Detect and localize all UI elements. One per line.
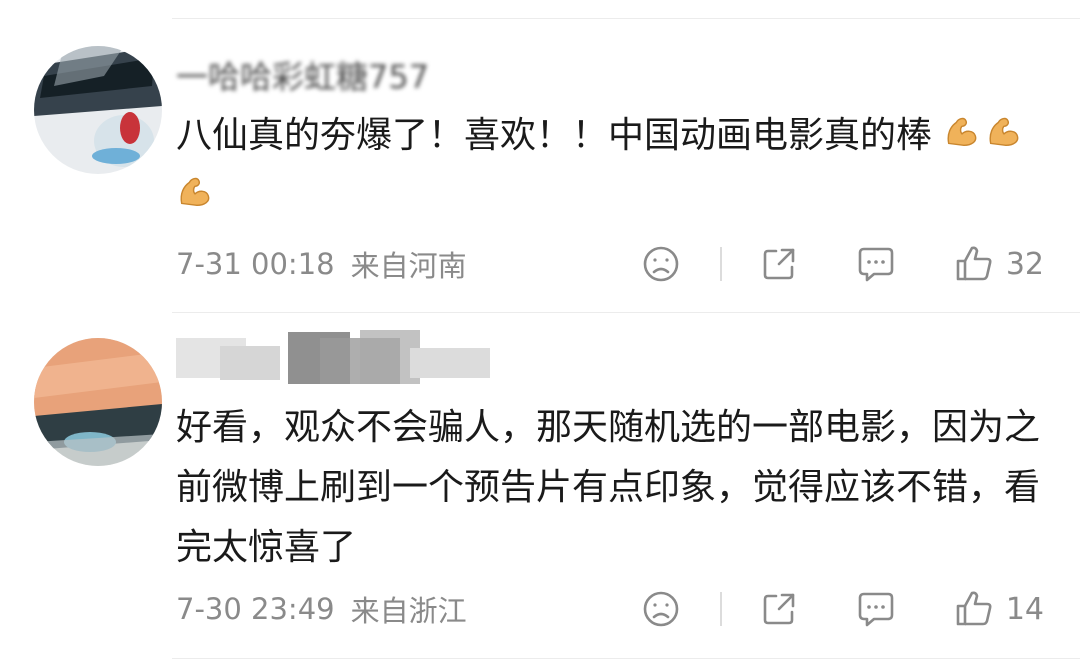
thumbs-up-icon (956, 246, 992, 281)
action-divider (719, 247, 722, 281)
comment-text: 八仙真的夯爆了！喜欢！！中国动画电影真的棒 (176, 106, 1046, 226)
username-mosaic (176, 330, 490, 384)
username[interactable]: 一哈哈彩虹糖757 (176, 52, 476, 102)
avatar[interactable] (34, 46, 162, 174)
comment-meta: 7-30 23:49 来自浙江 14 (176, 587, 1044, 631)
share-button[interactable] (760, 242, 798, 286)
comment-divider (172, 312, 1080, 313)
like-button[interactable]: 14 (954, 587, 1044, 631)
flexed-biceps-icon (990, 117, 1019, 147)
thumbs-up-icon (956, 591, 992, 626)
reply-button[interactable] (856, 242, 896, 286)
share-icon (763, 593, 795, 625)
reply-button[interactable] (856, 587, 896, 631)
flexed-biceps-icon (948, 117, 977, 147)
like-count: 32 (1005, 246, 1044, 282)
comment-bubble-icon (858, 247, 894, 282)
comment-actions: 32 (642, 242, 1044, 286)
dislike-button[interactable] (642, 242, 680, 286)
share-button[interactable] (760, 587, 798, 631)
sad-face-icon (643, 246, 679, 282)
comment-time: 7-30 23:49 (176, 592, 335, 626)
comment-actions: 14 (642, 587, 1044, 631)
top-divider (172, 18, 1080, 19)
comment-bubble-icon (858, 592, 894, 627)
comment-time: 7-31 00:18 (176, 247, 335, 281)
bottom-divider (172, 658, 1080, 659)
comment-location: 来自河南 (350, 249, 467, 283)
like-button[interactable]: 32 (954, 242, 1044, 286)
comment-meta: 7-31 00:18 来自河南 32 (176, 242, 1044, 286)
comment-location: 来自浙江 (350, 594, 467, 628)
comment-text-content: 八仙真的夯爆了！喜欢！！中国动画电影真的棒 (176, 115, 933, 156)
like-count: 14 (1005, 591, 1044, 627)
sad-face-icon (643, 591, 679, 627)
avatar[interactable] (34, 338, 162, 466)
flexed-biceps-icon (180, 177, 210, 207)
share-icon (763, 248, 795, 280)
action-divider (719, 592, 722, 626)
dislike-button[interactable] (642, 587, 680, 631)
comment-text: 好看，观众不会骗人，那天随机选的一部电影，因为之前微博上刷到一个预告片有点印象，… (176, 407, 1041, 568)
